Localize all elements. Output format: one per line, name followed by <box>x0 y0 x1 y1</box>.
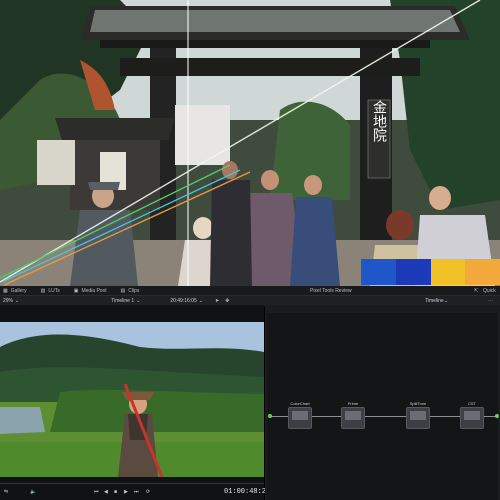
clips-tab[interactable]: Clips <box>128 288 139 294</box>
node-graph-panel: ColorChart Prime SplitTone CST <box>265 305 500 500</box>
node-thumbnail <box>345 411 361 420</box>
node-options-icon[interactable]: ⋯ <box>488 298 493 304</box>
luts-icon[interactable]: ▧ <box>41 288 46 294</box>
node-thumbnail <box>464 411 480 420</box>
viewer-timecode: 01:00:48:23 <box>224 488 271 496</box>
pointer-tool-icon[interactable]: ➤ <box>215 298 219 304</box>
viewer-panel: ⇋ 🔈 ⏮ ◀ ■ ▶ ⏭ ⟳ 01:00:48:23 <box>0 305 270 500</box>
media-pool-tab[interactable]: Media Pool <box>81 288 106 294</box>
media-pool-icon[interactable]: ▦ <box>3 288 8 294</box>
timeline-selector[interactable]: Timeline 1 <box>111 298 134 304</box>
node-label: Prime <box>347 401 359 406</box>
page-title: Pixel Tools Review <box>310 287 352 294</box>
viewer-image <box>0 322 264 477</box>
timecode-dropdown-icon[interactable]: ⌄ <box>199 298 203 304</box>
viewer-frame[interactable] <box>0 322 264 477</box>
next-clip-button[interactable]: ⏭ <box>134 489 139 495</box>
source-timecode: 20:49:16:05 <box>170 298 197 304</box>
node-dropdown-icon[interactable]: ⌄ <box>444 298 448 304</box>
node-prime[interactable]: Prime <box>341 401 365 429</box>
node-colorchart[interactable]: ColorChart <box>288 401 312 429</box>
node-thumbnail <box>292 411 308 420</box>
node-label: ColorChart <box>290 401 310 406</box>
swatch-orange <box>465 259 500 285</box>
loop-icon[interactable]: ⇋ <box>4 489 8 495</box>
node-splittone[interactable]: SplitTone <box>406 401 430 429</box>
transform-tool-icon[interactable]: ✥ <box>225 298 229 304</box>
swatch-yellow <box>430 259 466 285</box>
temple-gate-photo <box>0 0 500 286</box>
play-reverse-button[interactable]: ◀ <box>104 489 108 495</box>
input-dot[interactable] <box>268 414 272 418</box>
swatch-blue-1 <box>361 259 396 285</box>
swatch-blue-2 <box>395 259 431 285</box>
node-label: SplitTone <box>409 401 427 406</box>
stop-button[interactable]: ■ <box>114 489 117 495</box>
node-thumbnail <box>410 411 426 420</box>
output-dot[interactable] <box>495 414 499 418</box>
top-menu-bar: ▦ Gallery ▧ LUTs ▣ Media Pool ▤ Clips Pi… <box>0 286 500 295</box>
node-cst[interactable]: CST <box>460 401 484 429</box>
luts-tab[interactable]: LUTs <box>48 288 59 294</box>
zoom-level[interactable]: 29% <box>3 298 13 304</box>
gallery-tab[interactable]: Gallery <box>11 288 27 294</box>
color-swatch-strip <box>361 259 500 285</box>
node-label: CST <box>468 401 476 406</box>
viewer-transport: ⇋ 🔈 ⏮ ◀ ■ ▶ ⏭ ⟳ 01:00:48:23 <box>0 485 270 500</box>
play-button[interactable]: ▶ <box>124 489 128 495</box>
quick-export-label[interactable]: Quick <box>483 288 496 294</box>
clips-icon[interactable]: ▤ <box>120 288 125 294</box>
node-timeline-selector[interactable]: Timeline <box>425 298 444 304</box>
hero-photo: 金地院 <box>0 0 500 286</box>
media-pool-tab-icon[interactable]: ▣ <box>74 288 79 294</box>
node-editor[interactable]: ColorChart Prime SplitTone CST <box>267 313 499 500</box>
quick-export-icon[interactable]: ⇱ <box>474 288 478 294</box>
volume-icon[interactable]: 🔈 <box>30 489 36 495</box>
timeline-dropdown-icon[interactable]: ⌄ <box>136 298 140 304</box>
loop-playback-button[interactable]: ⟳ <box>146 489 150 495</box>
previous-clip-button[interactable]: ⏮ <box>94 489 99 495</box>
gate-sign: 金地院 <box>371 100 387 142</box>
zoom-dropdown-icon[interactable]: ⌄ <box>15 298 19 304</box>
